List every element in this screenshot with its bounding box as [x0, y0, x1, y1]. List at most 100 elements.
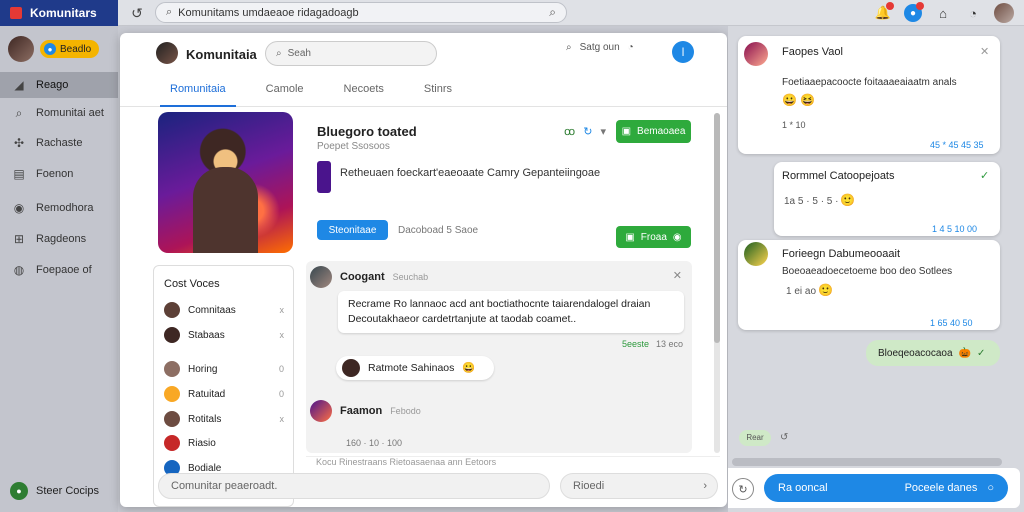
chat-avatar [744, 242, 768, 266]
horizontal-scrollbar[interactable] [732, 458, 1002, 466]
secondary-input-placeholder: Rioedi [573, 480, 605, 492]
comment-input[interactable]: Comunitar peaeroadt. [158, 473, 550, 499]
sidebar-item-home[interactable]: ◢ Reago [0, 72, 118, 98]
author-name[interactable]: Coogant [340, 271, 385, 283]
remove-icon[interactable]: x [280, 414, 285, 424]
sidebar-item-search[interactable]: ⌕ Romunitai aet [0, 100, 118, 126]
top-search-bar[interactable]: ⌕ Komunitams umdaeaoe ridagadoagb ⌕ [155, 2, 567, 23]
game-primary-button-label: Bemaoaea [637, 126, 686, 137]
friends-heading: Cost Voces [164, 278, 220, 290]
game-secondary-button-label: Froaa [640, 231, 667, 243]
message-meta: 5eeste [622, 339, 650, 349]
search-submit-icon[interactable]: ⌕ [549, 5, 556, 20]
share-icon[interactable]: ↻ [583, 125, 592, 138]
join-button[interactable]: Steonitaae [317, 220, 388, 240]
app-logo-icon [10, 7, 22, 19]
friend-avatar [164, 302, 180, 318]
sidebar-footer[interactable]: ● Steer Cocips [10, 482, 99, 500]
tab-necoets[interactable]: Necoets [334, 75, 394, 107]
description-icon [317, 161, 331, 193]
profile-badge[interactable]: ● Beadlo [40, 40, 100, 58]
scrollbar-thumb[interactable] [714, 113, 720, 343]
emoji-icon: 😀 [462, 361, 476, 374]
author-name[interactable]: Faamon [340, 405, 382, 417]
game-primary-button[interactable]: ▣ Bemaoaea [616, 120, 691, 143]
app-brand[interactable]: Komunitars [0, 0, 118, 26]
notifications-icon[interactable]: 🔔 [874, 2, 894, 22]
list-item[interactable]: Ratuitad 0 [164, 384, 284, 404]
list-item[interactable]: Riasio [164, 433, 284, 453]
chat-meta: 1a 5 · 5 · 5 · [784, 196, 839, 207]
lock-icon[interactable]: ⌂ [934, 4, 952, 22]
chevron-down-icon[interactable]: ▾ [600, 125, 606, 138]
grid-icon: ⊞ [13, 232, 25, 246]
chat-card[interactable]: Forieegn Dabumeooaait Boeoaeadoecetoeme … [738, 240, 1000, 330]
chat-meta: 1 * 10 [782, 120, 806, 130]
sidebar-footer-label: Steer Cocips [36, 485, 99, 497]
author-avatar[interactable] [310, 266, 332, 288]
close-icon[interactable]: ✕ [980, 45, 989, 58]
reply-text: Ratmote Sahinaos [368, 361, 455, 374]
messages-icon[interactable]: ● [904, 2, 924, 22]
panel-secondary-search[interactable]: ⌕ Satg oun ◔ [566, 42, 634, 53]
community-panel: Komunitaia ⌕ Seah ⌕ Satg oun ◔ ⅼ Romunit… [120, 33, 727, 507]
sidebar-item-list[interactable]: ▤ Foenon [0, 161, 118, 187]
close-icon[interactable]: ✕ [673, 269, 682, 282]
game-secondary-button[interactable]: ▣ Froaa ◉ [616, 226, 691, 248]
send-button[interactable]: Ra ooncal Poceele danes ○ [764, 474, 1008, 502]
game-character-figure [193, 167, 258, 253]
message-time: 13 eco [656, 339, 684, 349]
controller-icon[interactable]: ꝏ [564, 125, 575, 138]
refresh-icon[interactable]: ↺ [780, 432, 788, 443]
remove-icon[interactable]: x [280, 305, 285, 315]
list-item[interactable]: Rotitals x [164, 409, 284, 429]
home-icon: ◢ [14, 78, 24, 92]
sidebar-profile[interactable]: ● Beadlo [8, 36, 100, 62]
user-avatar[interactable] [994, 3, 1014, 23]
sidebar-item-circle[interactable]: ◉ Remodhora [0, 195, 118, 221]
tab-stinrs[interactable]: Stinrs [414, 75, 462, 107]
message-badge [916, 2, 924, 10]
add-button[interactable]: ⅼ [672, 41, 694, 63]
secondary-input[interactable]: Rioedi › [560, 473, 718, 499]
remove-icon[interactable]: x [280, 330, 285, 340]
search-icon: ⌕ [166, 6, 173, 18]
clock-icon[interactable]: ◔ [628, 42, 634, 53]
sidebar-item-grid[interactable]: ⊞ Ragdeons [0, 226, 118, 252]
message-thread: Coogant Seuchab ✕ Recrame Ro lannaoc acd… [306, 261, 692, 453]
toggle-icon: ◉ [672, 231, 682, 243]
download-link[interactable]: Dacoboad 5 Saoe [398, 225, 478, 236]
list-item[interactable]: Comnitaas x [164, 300, 284, 320]
chat-card[interactable]: Rormmel Catoopejoats ✓ 1a 5 · 5 · 5 · 🙂 … [774, 162, 1000, 236]
vertical-scrollbar[interactable] [714, 113, 720, 453]
reply-bubble[interactable]: Ratmote Sahinaos 😀 [336, 356, 494, 380]
compose-hint: Kocu Rinestraans Rietoasaenaa ann Eetoor… [306, 456, 720, 468]
list-item[interactable]: Horing 0 [164, 359, 284, 379]
top-icon-group: 🔔 ● ⌂ ◔ [874, 2, 1014, 23]
circle-icon: ◉ [13, 201, 25, 215]
search-icon: ⌕ [15, 105, 23, 120]
play-icon: ▣ [621, 126, 632, 137]
panel-search-input[interactable]: ⌕ Seah [265, 41, 437, 66]
chevron-right-icon[interactable]: › [703, 480, 707, 492]
chat-emoji: 🙂 [840, 193, 855, 207]
small-reaction: Rear [739, 430, 771, 446]
top-bar: Komunitars ↺ ⌕ Komunitams umdaeaoe ridag… [0, 0, 1024, 26]
badge-dot-icon: ● [44, 43, 56, 55]
back-icon[interactable]: ↺ [128, 4, 146, 22]
author-avatar[interactable] [310, 400, 332, 422]
panel-avatar[interactable] [156, 42, 178, 64]
notification-badge [886, 2, 894, 10]
sidebar-item-settings[interactable]: ◍ Foepaoe of [0, 257, 118, 283]
attach-icon[interactable]: ↻ [732, 478, 754, 500]
sidebar-item-puzzle[interactable]: ✣ Rachaste [0, 130, 118, 156]
game-cover-image[interactable] [158, 112, 293, 253]
author-meta: Febodo [390, 406, 421, 416]
settings-icon: ◍ [13, 263, 25, 277]
tab-camole[interactable]: Camole [256, 75, 314, 107]
help-icon[interactable]: ◔ [964, 4, 982, 22]
tab-communities[interactable]: Romunitaia [160, 75, 236, 107]
chat-card[interactable]: Faopes Vaol ✕ Foetiaaepacoocte foitaaaea… [738, 36, 1000, 154]
chat-name: Rormmel Catoopejoats [782, 170, 895, 182]
list-item[interactable]: Stabaas x [164, 325, 284, 345]
